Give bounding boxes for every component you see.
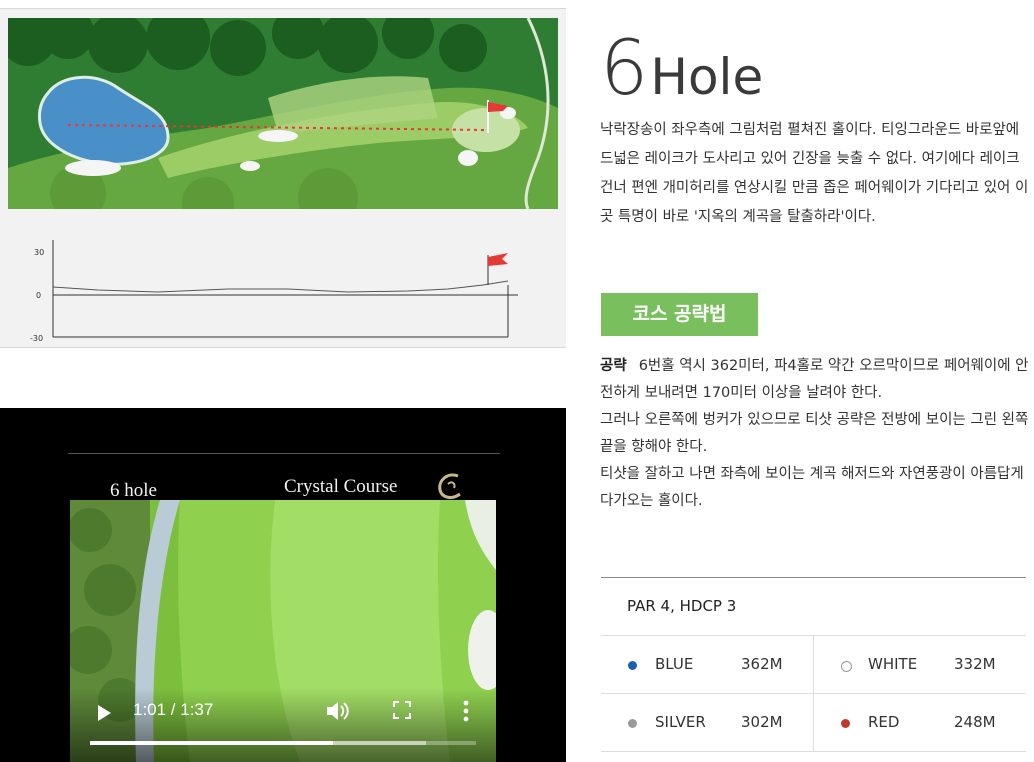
course-map-panel: 30 0 -30 (0, 8, 566, 348)
hole-title: 6 Hole (600, 28, 763, 108)
white-tee-dot-icon (841, 661, 852, 672)
red-tee-dot-icon (841, 719, 850, 728)
tee-name: WHITE (868, 655, 918, 673)
video-player[interactable]: 6 hole Crystal Course 1:01 / 1:37 (0, 408, 566, 762)
tee-name: SILVER (655, 713, 706, 731)
strategy-text: 공략 6번홀 역시 362미터, 파4홀로 약간 오르막이므로 페어웨이에 안전하… (600, 353, 1030, 515)
tee-row: SILVER 302M RED 248M (601, 694, 1026, 752)
blue-tee-dot-icon (628, 661, 637, 670)
tee-distance: 302M (741, 713, 783, 731)
tee-distance: 362M (741, 655, 783, 673)
more-options-icon[interactable] (458, 698, 474, 724)
tee-distance: 332M (954, 655, 996, 673)
course-logo-icon (438, 473, 461, 499)
tee-name: BLUE (655, 655, 694, 673)
strategy-line: 그러나 오른쪽에 벙커가 있으므로 티샷 공략은 전방에 보이는 그린 왼쪽 끝… (600, 412, 1029, 455)
silver-tee-dot-icon (628, 719, 637, 728)
video-progress-bar[interactable] (90, 741, 476, 745)
tee-blue: BLUE 362M (601, 636, 814, 693)
hole-word: Hole (650, 48, 764, 106)
video-progress-fill (90, 741, 334, 745)
video-controls: 1:01 / 1:37 (70, 688, 496, 762)
play-icon[interactable] (92, 702, 114, 724)
tee-row: BLUE 362M WHITE 332M (601, 636, 1026, 694)
volume-icon[interactable] (324, 698, 350, 724)
tee-silver: SILVER 302M (601, 694, 814, 751)
tee-red: RED 248M (814, 694, 1026, 751)
course-map-image (8, 18, 558, 209)
strategy-line: 티샷을 잘하고 나면 좌측에 보이는 계곡 해저드와 자연풍광이 아름답게 다가… (600, 466, 1024, 509)
fullscreen-icon[interactable] (392, 700, 412, 720)
elevation-label-top: 30 (34, 248, 44, 257)
hole-description: 낙락장송이 좌우측에 그림처럼 펼쳐진 홀이다. 티잉그라운드 바로앞에 드넓은… (600, 122, 1029, 225)
tee-distance: 248M (954, 713, 996, 731)
hole-number: 6 (600, 23, 648, 112)
par-hdcp: PAR 4, HDCP 3 (601, 578, 1026, 636)
elevation-label-zero: 0 (36, 291, 41, 300)
elevation-profile: 30 0 -30 (30, 240, 518, 343)
video-course-label: Crystal Course (284, 476, 398, 497)
strategy-badge: 코스 공략법 (601, 293, 758, 336)
strategy-line: 공략 6번홀 역시 362미터, 파4홀로 약간 오르막이므로 페어웨이에 안전하… (600, 358, 1029, 401)
hole-info-table: PAR 4, HDCP 3 BLUE 362M WHITE 332M SILVE… (601, 577, 1026, 752)
video-divider (68, 453, 500, 454)
video-hole-label: 6 hole (110, 480, 157, 501)
tee-name: RED (868, 713, 900, 731)
video-time: 1:01 / 1:37 (133, 700, 214, 719)
strategy-label: 공략 (600, 358, 627, 374)
elevation-label-bottom: -30 (30, 334, 43, 343)
tee-white: WHITE 332M (814, 636, 1026, 693)
